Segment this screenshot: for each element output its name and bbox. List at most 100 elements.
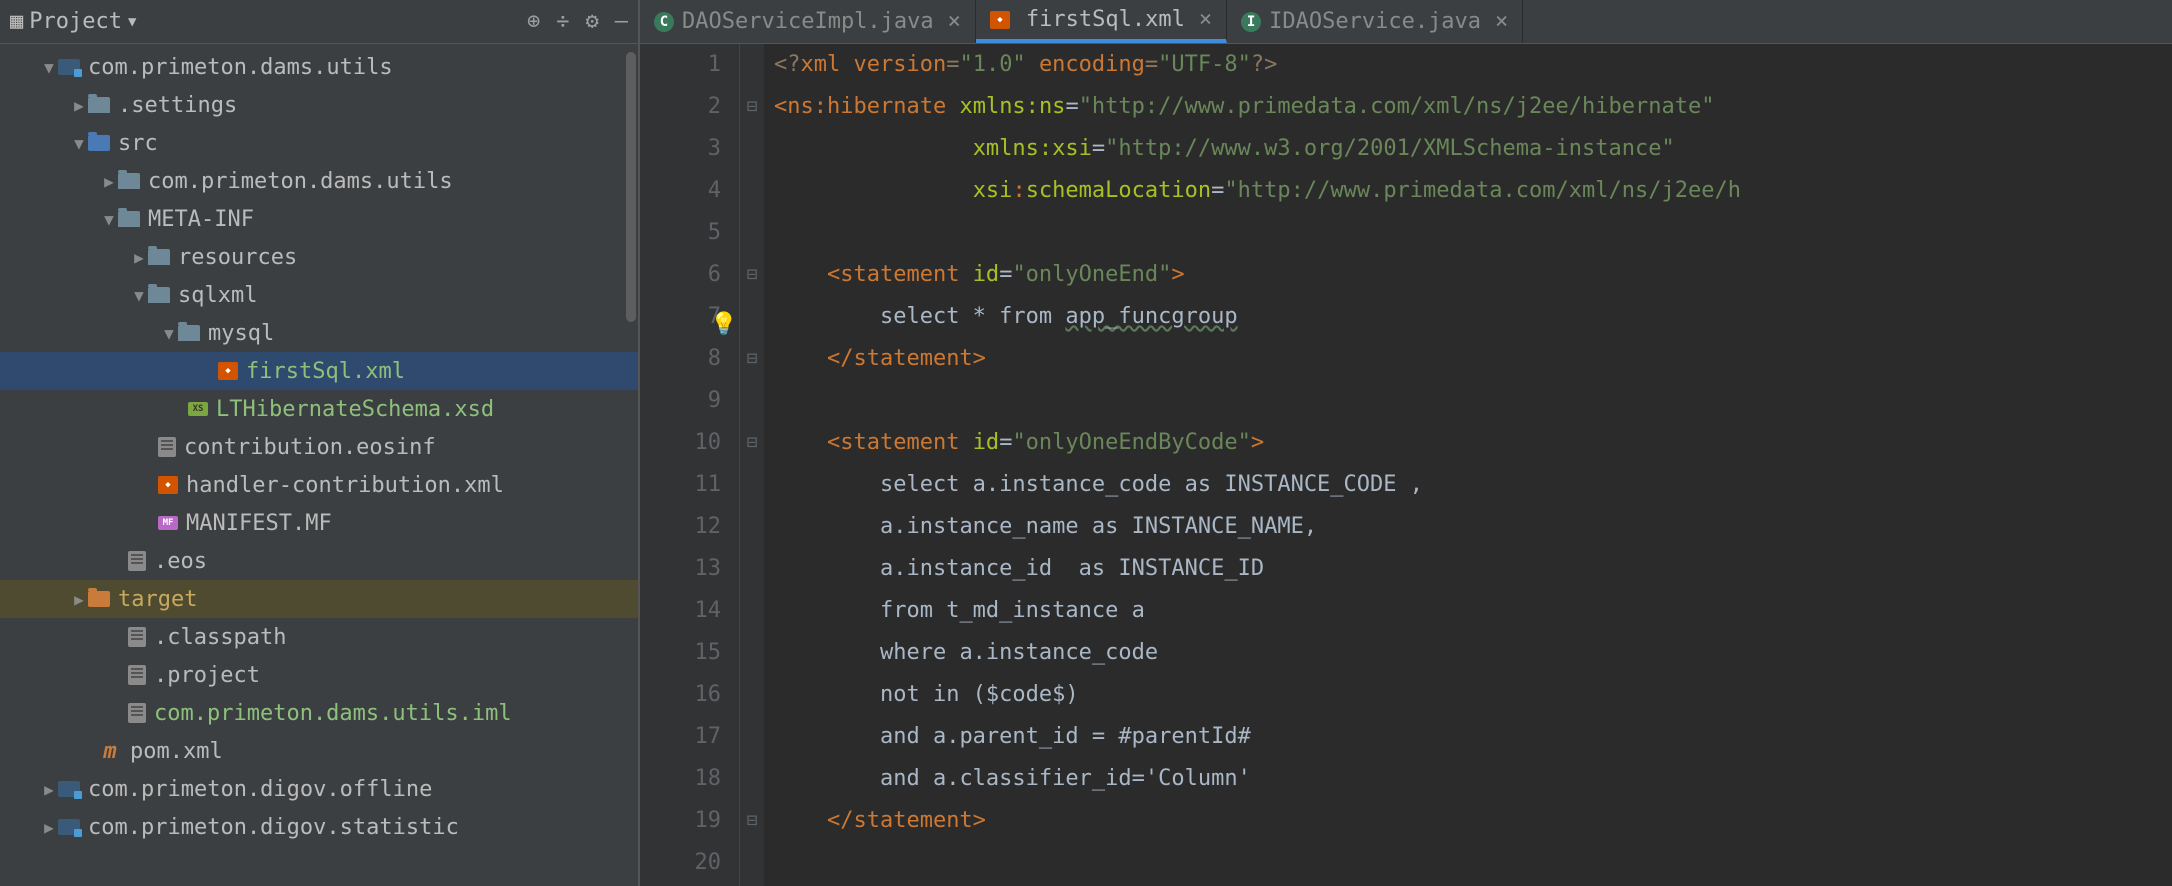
- tree-item-label: src: [118, 131, 158, 156]
- fold-marker[interactable]: ⊟: [740, 338, 764, 380]
- code-line[interactable]: </statement>: [774, 800, 2172, 842]
- code-content[interactable]: <?xml version="1.0" encoding="UTF-8"?><n…: [764, 44, 2172, 886]
- tree-item-label: com.primeton.dams.utils: [88, 55, 393, 80]
- tree-arrow-icon[interactable]: [100, 210, 118, 229]
- close-icon[interactable]: ×: [1495, 9, 1508, 34]
- tree-arrow-icon[interactable]: [70, 590, 88, 609]
- lightbulb-icon[interactable]: 💡: [710, 304, 737, 346]
- fold-marker: [740, 758, 764, 800]
- code-line[interactable]: where a.instance_code: [774, 632, 2172, 674]
- tree-item-firstsql-xml[interactable]: ◆firstSql.xml: [0, 352, 638, 390]
- tree-item-pom-xml[interactable]: mpom.xml: [0, 732, 638, 770]
- tree-item--eos[interactable]: .eos: [0, 542, 638, 580]
- tree-item--settings[interactable]: .settings: [0, 86, 638, 124]
- line-number: 12: [640, 506, 721, 548]
- code-line[interactable]: [774, 212, 2172, 254]
- tree-item-lthibernateschema-xsd[interactable]: XSLTHibernateSchema.xsd: [0, 390, 638, 428]
- code-line[interactable]: xsi:schemaLocation="http://www.primedata…: [774, 170, 2172, 212]
- code-line[interactable]: and a.parent_id = #parentId#: [774, 716, 2172, 758]
- code-line[interactable]: xmlns:xsi="http://www.w3.org/2001/XMLSch…: [774, 128, 2172, 170]
- tree-item-com-primeton-dams-utils[interactable]: com.primeton.dams.utils: [0, 48, 638, 86]
- tree-arrow-icon[interactable]: [70, 96, 88, 115]
- tree-arrow-icon[interactable]: [160, 324, 178, 343]
- tree-item-meta-inf[interactable]: META-INF: [0, 200, 638, 238]
- fold-marker[interactable]: ⊟: [740, 422, 764, 464]
- code-line[interactable]: [774, 842, 2172, 884]
- tree-item-manifest-mf[interactable]: MFMANIFEST.MF: [0, 504, 638, 542]
- tree-item-com-primeton-dams-utils-iml[interactable]: com.primeton.dams.utils.iml: [0, 694, 638, 732]
- tree-arrow-icon[interactable]: [130, 248, 148, 267]
- fold-marker: [740, 212, 764, 254]
- code-line[interactable]: <statement id="onlyOneEnd">: [774, 254, 2172, 296]
- fold-marker: [740, 632, 764, 674]
- tree-item--classpath[interactable]: .classpath: [0, 618, 638, 656]
- tree-item-resources[interactable]: resources: [0, 238, 638, 276]
- code-line[interactable]: </statement>: [774, 338, 2172, 380]
- line-number: 13: [640, 548, 721, 590]
- close-icon[interactable]: ×: [948, 9, 961, 34]
- tree-item-label: com.primeton.dams.utils: [148, 169, 453, 194]
- xml-icon: ◆: [158, 476, 178, 494]
- code-line[interactable]: [774, 380, 2172, 422]
- fold-marker[interactable]: ⊟: [740, 800, 764, 842]
- gear-icon[interactable]: ⚙: [586, 9, 599, 34]
- fold-marker[interactable]: ⊟: [740, 254, 764, 296]
- tree-item-sqlxml[interactable]: sqlxml: [0, 276, 638, 314]
- code-line[interactable]: a.instance_name as INSTANCE_NAME,: [774, 506, 2172, 548]
- line-number: 3: [640, 128, 721, 170]
- tree-item-com-primeton-dams-utils[interactable]: com.primeton.dams.utils: [0, 162, 638, 200]
- line-number: 2: [640, 86, 721, 128]
- tree-item-com-primeton-digov-statistic[interactable]: com.primeton.digov.statistic: [0, 808, 638, 846]
- fold-marker[interactable]: ⊟: [740, 86, 764, 128]
- tree-arrow-icon[interactable]: [40, 818, 58, 837]
- file-icon: [128, 703, 146, 723]
- folder-icon: [118, 211, 140, 227]
- minimize-icon[interactable]: —: [615, 9, 628, 34]
- tree-item-handler-contribution-xml[interactable]: ◆handler-contribution.xml: [0, 466, 638, 504]
- fold-marker: [740, 716, 764, 758]
- tree-item-label: pom.xml: [130, 739, 223, 764]
- tree-scrollbar[interactable]: [626, 52, 636, 322]
- tree-arrow-icon[interactable]: [130, 286, 148, 305]
- tab-daoserviceimpl-java[interactable]: CDAOServiceImpl.java×: [640, 0, 976, 43]
- class-icon: C: [654, 12, 674, 32]
- tree-arrow-icon[interactable]: [40, 58, 58, 77]
- code-line[interactable]: <?xml version="1.0" encoding="UTF-8"?>: [774, 44, 2172, 86]
- code-line[interactable]: <statement id="onlyOneEndByCode">: [774, 422, 2172, 464]
- fold-marker: [740, 548, 764, 590]
- line-number: 18: [640, 758, 721, 800]
- code-line[interactable]: select a.instance_code as INSTANCE_CODE …: [774, 464, 2172, 506]
- code-line[interactable]: select * from app_funcgroup💡: [774, 296, 2172, 338]
- tree-item-contribution-eosinf[interactable]: contribution.eosinf: [0, 428, 638, 466]
- code-line[interactable]: <ns:hibernate xmlns:ns="http://www.prime…: [774, 86, 2172, 128]
- fold-marker: [740, 296, 764, 338]
- tree-item-label: com.primeton.digov.offline: [88, 777, 432, 802]
- tree-item-label: contribution.eosinf: [184, 435, 436, 460]
- code-line[interactable]: and a.classifier_id='Column': [774, 758, 2172, 800]
- tab-firstsql-xml[interactable]: ◆firstSql.xml×: [976, 0, 1227, 43]
- tree-arrow-icon[interactable]: [100, 172, 118, 191]
- tree-item-com-primeton-digov-offline[interactable]: com.primeton.digov.offline: [0, 770, 638, 808]
- tree-arrow-icon[interactable]: [70, 134, 88, 153]
- tab-idaoservice-java[interactable]: IIDAOService.java×: [1227, 0, 1523, 43]
- locate-icon[interactable]: ⊕: [527, 9, 540, 34]
- line-number: 4: [640, 170, 721, 212]
- code-line[interactable]: not in ($code$): [774, 674, 2172, 716]
- code-area: 1234567891011121314151617181920 ⊟⊟⊟⊟⊟ <?…: [640, 44, 2172, 886]
- code-line[interactable]: from t_md_instance a: [774, 590, 2172, 632]
- folder-icon: [88, 135, 110, 151]
- tree-item-target[interactable]: target: [0, 580, 638, 618]
- tree-item-mysql[interactable]: mysql: [0, 314, 638, 352]
- tree-item-src[interactable]: src: [0, 124, 638, 162]
- fold-marker: [740, 380, 764, 422]
- project-view-selector[interactable]: ▦ Project ▼: [10, 9, 136, 34]
- tree-arrow-icon[interactable]: [40, 780, 58, 799]
- tree-item--project[interactable]: .project: [0, 656, 638, 694]
- code-line[interactable]: a.instance_id as INSTANCE_ID: [774, 548, 2172, 590]
- line-number: 17: [640, 716, 721, 758]
- fold-marker: [740, 674, 764, 716]
- collapse-icon[interactable]: ÷: [556, 9, 569, 34]
- close-icon[interactable]: ×: [1199, 7, 1212, 32]
- folder-icon: [148, 287, 170, 303]
- project-tree[interactable]: com.primeton.dams.utils .settings src com.p…: [0, 44, 638, 886]
